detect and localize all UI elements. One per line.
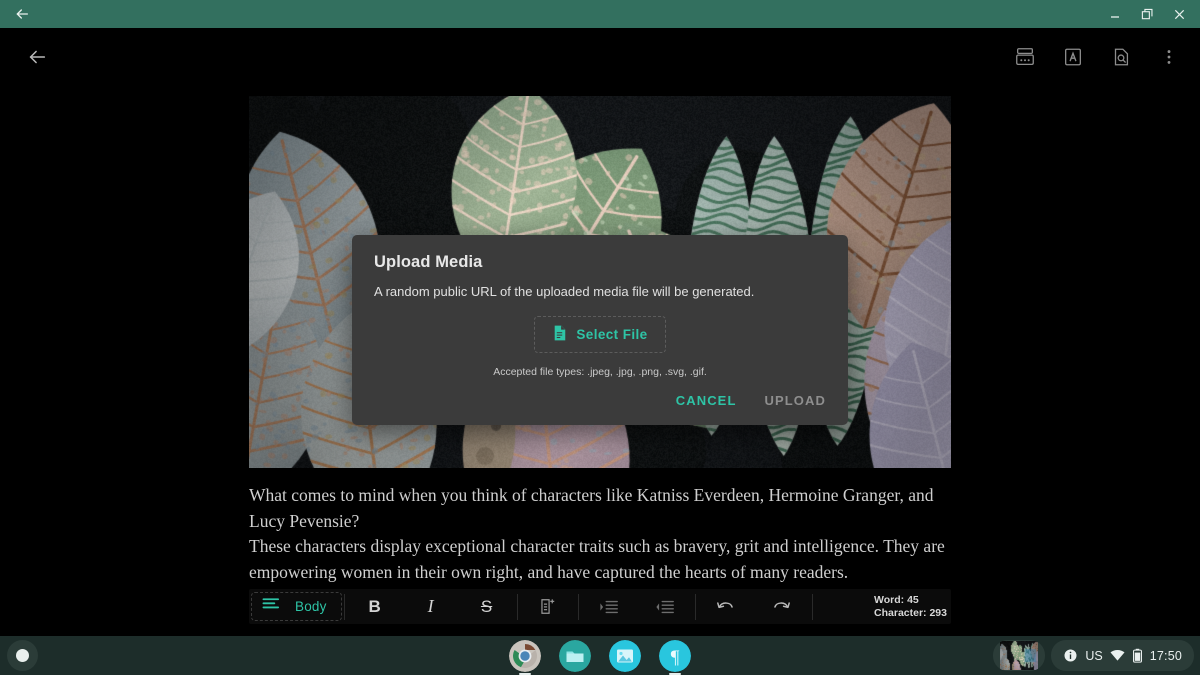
upload-media-dialog: Upload Media A random public URL of the …	[352, 235, 848, 425]
document-body-text[interactable]: What comes to mind when you think of cha…	[249, 483, 951, 585]
status-tray[interactable]: US 17:50	[1051, 640, 1194, 671]
document-paragraph: What comes to mind when you think of cha…	[249, 483, 951, 534]
editor-toolbar: Body B I S Word: 45 Character: 293	[249, 589, 951, 624]
paragraph-style-selector[interactable]: Body	[251, 592, 342, 621]
select-file-button[interactable]: Select File	[534, 316, 665, 353]
cancel-button[interactable]: CANCEL	[668, 387, 745, 414]
window-close-button[interactable]	[1164, 0, 1194, 28]
redo-icon[interactable]	[754, 589, 810, 624]
add-note-icon[interactable]	[520, 589, 576, 624]
upload-button[interactable]: UPLOAD	[757, 387, 835, 414]
dialog-description: A random public URL of the uploaded medi…	[374, 284, 826, 299]
paragraph-style-icon	[262, 597, 281, 616]
window-minimize-button[interactable]	[1100, 0, 1130, 28]
launcher-button[interactable]	[7, 640, 38, 671]
italic-label: I	[428, 596, 434, 617]
files-icon	[559, 640, 591, 672]
file-icon	[552, 325, 567, 344]
accepted-file-types: Accepted file types: .jpeg, .jpg, .png, …	[374, 366, 826, 378]
indent-increase-icon[interactable]	[581, 589, 637, 624]
undo-icon[interactable]	[698, 589, 754, 624]
shelf-app-notes[interactable]: ¶	[659, 640, 691, 672]
chrome-icon	[509, 640, 541, 672]
dialog-title: Upload Media	[374, 253, 826, 272]
word-character-count: Word: 45 Character: 293	[874, 594, 951, 620]
indent-decrease-icon[interactable]	[637, 589, 693, 624]
strikethrough-label: S	[481, 597, 492, 617]
svg-text:¶: ¶	[671, 647, 680, 668]
toolbar-divider	[344, 594, 345, 620]
paragraph-style-label: Body	[295, 599, 327, 614]
gallery-icon	[609, 640, 641, 672]
shelf: ¶ US 17:50	[0, 636, 1200, 675]
find-in-document-icon[interactable]	[1104, 40, 1138, 74]
wifi-icon	[1110, 649, 1125, 662]
strikethrough-button[interactable]: S	[459, 589, 515, 624]
toolbar-divider	[812, 594, 813, 620]
media-tools-icon[interactable]	[1008, 40, 1042, 74]
toolbar-divider	[695, 594, 696, 620]
select-file-label: Select File	[576, 327, 647, 342]
text-format-icon[interactable]	[1056, 40, 1090, 74]
app-bar	[0, 28, 1200, 85]
bold-label: B	[368, 597, 380, 617]
window-titlebar	[0, 0, 1200, 28]
bold-button[interactable]: B	[347, 589, 403, 624]
app-back-button[interactable]	[20, 40, 54, 74]
shelf-app-files[interactable]	[559, 640, 591, 672]
document-paragraph: These characters display exceptional cha…	[249, 534, 951, 585]
toolbar-divider	[517, 594, 518, 620]
battery-icon	[1132, 648, 1143, 663]
window-preview-thumbnail[interactable]	[993, 640, 1045, 671]
window-back-button[interactable]	[8, 0, 36, 28]
italic-button[interactable]: I	[403, 589, 459, 624]
word-count-label: Word: 45	[874, 594, 947, 607]
toolbar-divider	[578, 594, 579, 620]
clock-label: 17:50	[1150, 649, 1182, 663]
app-active-indicator	[669, 673, 681, 675]
more-options-icon[interactable]	[1152, 40, 1186, 74]
window-restore-button[interactable]	[1132, 0, 1162, 28]
character-count-label: Character: 293	[874, 607, 947, 620]
launcher-icon	[16, 649, 29, 662]
shelf-app-gallery[interactable]	[609, 640, 641, 672]
shelf-app-chrome[interactable]	[509, 640, 541, 672]
notes-icon: ¶	[659, 640, 691, 672]
keyboard-layout-label: US	[1085, 649, 1102, 663]
app-active-indicator	[519, 673, 531, 675]
info-icon	[1063, 648, 1078, 663]
